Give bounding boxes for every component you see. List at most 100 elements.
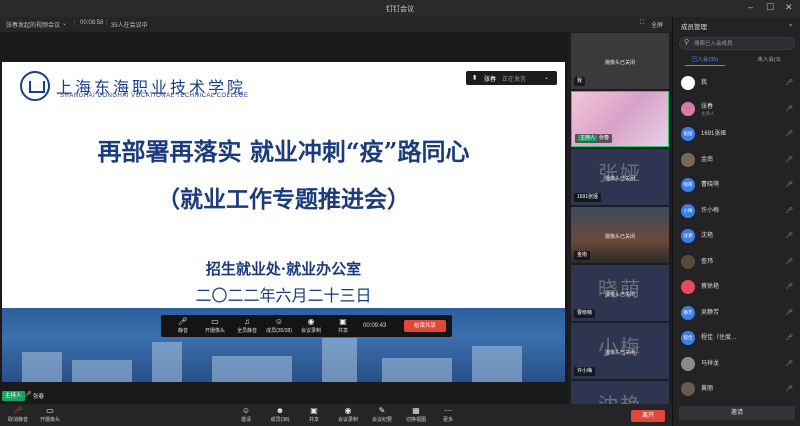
people-icon: ☻ (275, 406, 285, 415)
member-row[interactable]: 我 🎤︎ (673, 73, 800, 95)
members-toolbar-button[interactable]: ☻ 成员(38) (262, 406, 298, 423)
member-row[interactable]: 黄丽 🎤︎ (673, 379, 800, 401)
microphone-icon: 🎤︎ (785, 207, 793, 214)
member-row[interactable]: 程佳 程佳（住度... 🎤︎ (673, 328, 800, 350)
mute-button[interactable]: 🎤︎ 静音 (169, 317, 197, 334)
chevron-down-icon[interactable]: ⌄ (62, 20, 67, 27)
share-toolbar-button[interactable]: ▣ 共享 (296, 406, 332, 423)
meeting-name[interactable]: 张春发起的视频会议 (6, 20, 60, 29)
grid-icon: ▦ (412, 406, 420, 415)
leave-button[interactable]: 离开 (631, 410, 665, 422)
mute-all-button[interactable]: ♫ 全员静音 (233, 317, 261, 334)
video-tile-participant[interactable]: 沈艳 (571, 381, 669, 404)
stop-sharing-button[interactable]: 结束共享 (404, 320, 446, 332)
avatar (681, 280, 695, 294)
maximize-icon[interactable]: ☐ (766, 2, 774, 13)
member-name: 金南 (701, 156, 714, 163)
fullscreen-button[interactable]: 全屏 (651, 20, 663, 29)
host-tag: 主持人 (2, 391, 25, 401)
add-user-icon: ☺ (241, 406, 251, 415)
title-bar: 钉钉会议 – ☐ ✕ (0, 0, 800, 17)
camera-button[interactable]: ▭ 开摄像头 (201, 317, 229, 334)
search-icon: ⚲ (684, 39, 690, 46)
invite-button[interactable]: 邀请 (679, 406, 795, 420)
member-panel: 成员管理 ⌄ 搜索已入会成员 ⚲ 已入会(35) 未入会(3) 我 🎤︎ 张春 主持人… (672, 17, 800, 426)
record-icon: ◉ (344, 406, 352, 415)
member-name: 张春 (701, 103, 714, 110)
record-toolbar-button[interactable]: ◉ 会议录制 (330, 406, 366, 423)
member-row[interactable]: 查玮 🎤︎ (673, 252, 800, 274)
chevron-down-icon: ⌄ (544, 75, 550, 81)
tab-joined[interactable]: 已入会(35) (673, 55, 737, 63)
camera-icon: ▭ (211, 317, 219, 326)
panel-title: 成员管理 (681, 24, 707, 31)
member-name: 曹晓萌 (701, 182, 720, 188)
member-row[interactable]: 蔡徐艳 🎤︎ (673, 277, 800, 299)
more-button[interactable]: ⋯ 更多 (430, 406, 466, 423)
video-tile-participant[interactable]: 晓萌 摄像头已关闭 曹晓萌 (571, 265, 669, 321)
member-name: 程佳（住度... (701, 335, 737, 341)
slide-department: 招生就业处·就业办公室 (205, 260, 362, 278)
record-icon: ◉ (307, 317, 315, 326)
divider: | (106, 20, 108, 26)
microphone-icon: 🎤︎ (785, 182, 793, 188)
video-tile-participant[interactable]: 摄像头已关闭 金南 (571, 207, 669, 263)
member-row[interactable]: 小梅 许小梅 🎤︎ (673, 201, 800, 223)
video-tile-participant[interactable]: 张娅 摄像头已关闭 1691张娅 (571, 149, 669, 205)
unmute-button[interactable]: 🎤︎ 取消静音 (0, 406, 36, 423)
microphone-icon: 🎤︎ (177, 317, 189, 326)
member-search-input[interactable]: 搜索已入会成员 (679, 37, 795, 50)
slide-title: 再部署再落实 就业冲刺“疫”路同心 (97, 137, 470, 166)
microphone-icon: 🎤︎ (785, 258, 793, 265)
member-row[interactable]: 沈艳 沈艳 🎤︎ (673, 226, 800, 248)
avatar: 张娅 (681, 127, 695, 141)
divider: | (74, 20, 76, 26)
meeting-window: 钉钉会议 – ☐ ✕ 张春发起的视频会议 ⌄ | 00:08:58 | 35人在… (0, 0, 800, 426)
microphone-icon: 🎤︎ (785, 233, 793, 239)
members-button[interactable]: ☺ 成员(35/38) (265, 317, 293, 334)
video-tile-participant[interactable]: 小梅 摄像头已关闭 许小梅 (571, 323, 669, 379)
tab-not-joined[interactable]: 未入会(3) (737, 55, 800, 63)
member-name: 黄丽 (701, 386, 714, 392)
member-name: 蔡徐艳 (701, 284, 720, 290)
share-timer: 00:09:43 (363, 323, 387, 329)
member-row[interactable]: 张娅 1691张娅 🎤︎ (673, 124, 800, 146)
avatar (681, 76, 695, 90)
share-control-bar: 🎤︎ 静音 ▭ 开摄像头 ♫ 全员静音 ☺ 成员(35/38) ◉ 会议录制 ▣ 共享 00… (161, 315, 452, 337)
video-tile-host[interactable]: 主持人 张春 (571, 91, 669, 147)
microphone-icon: 🎤︎ (24, 392, 32, 398)
avatar: 程佳 (681, 331, 695, 345)
video-tile-me[interactable]: 摄像头已关闭 我 (571, 33, 669, 89)
share-screen-icon: ▣ (310, 406, 318, 415)
active-speaker-name: 张春 (33, 394, 45, 400)
member-name: 许小梅 (701, 207, 720, 214)
member-row[interactable]: 金南 🎤︎ (673, 150, 800, 172)
share-button[interactable]: ▣ 共享 (329, 317, 357, 334)
member-row[interactable]: 马祥龙 🎤︎ (673, 354, 800, 376)
record-button[interactable]: ◉ 会议录制 (297, 317, 325, 334)
avatar (681, 152, 695, 167)
chevron-down-icon[interactable]: ⌄ (787, 19, 794, 28)
invite-toolbar-button[interactable]: ☺ 邀请 (228, 406, 264, 423)
member-row[interactable]: 静芳 吴静芳 🎤︎ (673, 303, 800, 325)
member-name: 马祥龙 (701, 360, 720, 367)
fullscreen-icon[interactable]: ⛶ (640, 20, 644, 27)
member-role: 主持人 (701, 110, 715, 116)
avatar (681, 382, 695, 396)
close-icon[interactable]: ✕ (785, 2, 793, 13)
microphone-icon: 🎤︎ (785, 360, 793, 367)
avatar (681, 254, 695, 269)
member-row[interactable]: 晓萌 曹晓萌 🎤︎ (673, 175, 800, 197)
switch-view-button[interactable]: ▦ 切换视图 (398, 406, 434, 423)
speaking-indicator[interactable]: ▮ 张春 正在发言 ⌄ (466, 71, 557, 85)
minimize-icon[interactable]: – (748, 2, 753, 12)
camera-icon: ▭ (46, 406, 54, 415)
microphone-icon: 🎤︎ (785, 105, 793, 112)
speaking-status: 正在发言 (502, 77, 527, 83)
member-row[interactable]: 张春 主持人 🎤︎ (673, 99, 800, 121)
slide-date: 二〇二二年六月二十三日 (195, 286, 372, 305)
college-name-en: SHANGHAI DONGHAI VOCATIONAL TECHNICAL CO… (60, 93, 249, 99)
minutes-toolbar-button[interactable]: ✎ 会议纪要 (364, 406, 400, 423)
signal-icon: ▮ (473, 75, 477, 81)
start-camera-button[interactable]: ▭ 开摄像头 (32, 406, 68, 423)
